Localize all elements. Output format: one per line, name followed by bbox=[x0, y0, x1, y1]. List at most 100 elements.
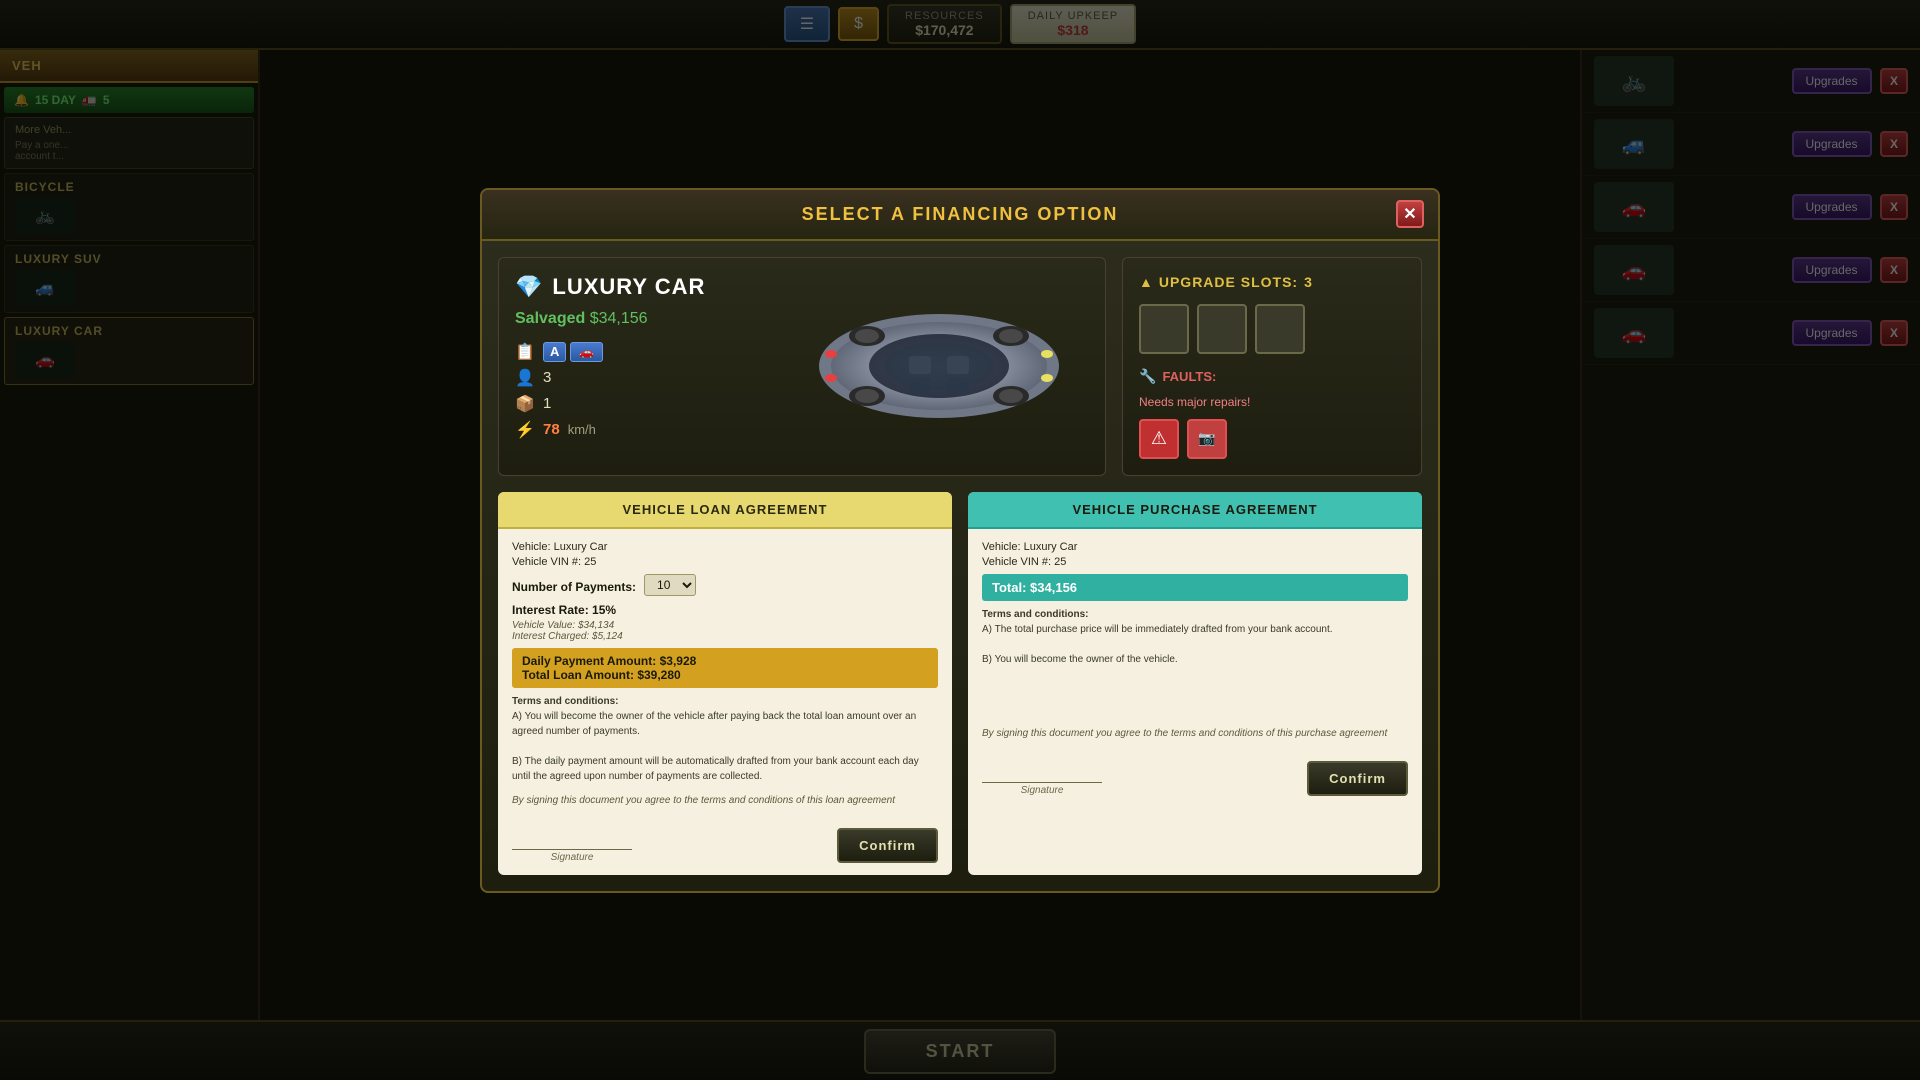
purchase-vin-label: Vehicle VIN #: bbox=[982, 556, 1054, 568]
purchase-vehicle-field: Vehicle: Luxury Car bbox=[982, 541, 1408, 553]
interest-rate-label: Interest Rate: 15% bbox=[512, 603, 938, 617]
total-loan-value: $39,280 bbox=[637, 668, 680, 682]
gem-icon: 💎 bbox=[515, 274, 542, 300]
purchase-terms-title: Terms and conditions: bbox=[982, 609, 1089, 620]
seats-icon: 👤 bbox=[515, 368, 535, 388]
terms-title: Terms and conditions: bbox=[512, 696, 619, 707]
purchase-header-label: VEHICLE PURCHASE AGREEMENT bbox=[1072, 502, 1317, 517]
faults-wrench-icon: 🔧 bbox=[1139, 368, 1156, 385]
loan-signature-line bbox=[512, 849, 632, 850]
loan-signature-label: Signature bbox=[512, 852, 632, 863]
loan-vin-value: 25 bbox=[584, 556, 596, 568]
purchase-total-bar: Total: $34,156 bbox=[982, 574, 1408, 601]
modal-close-button[interactable]: ✕ bbox=[1396, 200, 1424, 228]
seats-value: 3 bbox=[543, 369, 551, 386]
upgrade-panel: ▲ UPGRADE SLOTS: 3 🔧 FAULTS: Needs major… bbox=[1122, 257, 1422, 476]
purchase-terms: Terms and conditions: A) The total purch… bbox=[982, 607, 1408, 667]
modal-title: SELECT A FINANCING OPTION bbox=[802, 204, 1119, 224]
badge-a: A bbox=[543, 342, 566, 362]
purchase-agreement-card: VEHICLE PURCHASE AGREEMENT Vehicle: Luxu… bbox=[968, 492, 1422, 875]
loan-terms: Terms and conditions: A) You will become… bbox=[512, 694, 938, 784]
loan-agreement-card: VEHICLE LOAN AGREEMENT Vehicle: Luxury C… bbox=[498, 492, 952, 875]
salvage-row: Salvaged $34,156 bbox=[515, 310, 773, 328]
payments-select[interactable]: 10 15 20 bbox=[644, 574, 696, 596]
loan-vin-field: Vehicle VIN #: 25 bbox=[512, 556, 938, 568]
total-loan-label: Total Loan Amount: bbox=[522, 668, 634, 682]
purchase-terms-b: B) You will become the owner of the vehi… bbox=[982, 654, 1178, 665]
speed-value: 78 bbox=[543, 421, 560, 438]
faults-row: 🔧 FAULTS: bbox=[1139, 368, 1405, 385]
loan-highlight-row: Daily Payment Amount: $3,928 Total Loan … bbox=[512, 648, 938, 688]
interest-charged-amount: $5,124 bbox=[592, 631, 623, 642]
loan-signing-text: By signing this document you agree to th… bbox=[512, 794, 938, 806]
stat-row-speed: ⚡ 78 km/h bbox=[515, 420, 773, 440]
purchase-signature-label: Signature bbox=[982, 785, 1102, 796]
vehicle-section: 💎 LUXURY CAR Salvaged $34,156 📋 bbox=[498, 257, 1422, 476]
loan-signature-area: Signature bbox=[512, 849, 632, 863]
fault-icons-container: ⚠ 📷 bbox=[1139, 419, 1405, 459]
upgrade-slot-3 bbox=[1255, 304, 1305, 354]
vehicle-value-amount: $34,134 bbox=[578, 620, 614, 631]
purchase-total-label: Total: bbox=[992, 580, 1026, 595]
upgrade-slots-container bbox=[1139, 304, 1405, 354]
purchase-vin-field: Vehicle VIN #: 25 bbox=[982, 556, 1408, 568]
vehicle-stats: 📋 A 🚗 👤 3 📦 bbox=[515, 342, 773, 440]
upgrade-slot-1 bbox=[1139, 304, 1189, 354]
agreements-row: VEHICLE LOAN AGREEMENT Vehicle: Luxury C… bbox=[498, 492, 1422, 875]
loan-vin-label: Vehicle VIN #: bbox=[512, 556, 584, 568]
salvage-label: Salvaged bbox=[515, 310, 585, 327]
interest-charged-field: Interest Charged: $5,124 bbox=[512, 631, 938, 642]
daily-payment-label: Daily Payment Amount: bbox=[522, 654, 656, 668]
purchase-terms-a: A) The total purchase price will be imme… bbox=[982, 624, 1333, 635]
faults-description: Needs major repairs! bbox=[1139, 395, 1405, 409]
payments-row: Number of Payments: 10 15 20 bbox=[512, 574, 938, 597]
purchase-signature-area: Signature bbox=[982, 782, 1102, 796]
purchase-signing-text: By signing this document you agree to th… bbox=[982, 727, 1408, 739]
cargo-value: 1 bbox=[543, 395, 551, 412]
purchase-total-value: $34,156 bbox=[1030, 580, 1077, 595]
cargo-icon: 📦 bbox=[515, 394, 535, 414]
purchase-agreement-header: VEHICLE PURCHASE AGREEMENT bbox=[968, 492, 1422, 529]
speed-unit: km/h bbox=[568, 422, 596, 437]
interest-value: 15% bbox=[592, 603, 616, 617]
purchase-vehicle-value: Luxury Car bbox=[1024, 541, 1078, 553]
purchase-signature-row: Signature Confirm bbox=[982, 753, 1408, 796]
vehicle-value-field: Vehicle Value: $34,134 bbox=[512, 620, 938, 631]
salvage-price-value: $34,156 bbox=[590, 310, 648, 327]
vehicle-value-label: Vehicle Value: bbox=[512, 620, 575, 631]
vehicle-info-card: 💎 LUXURY CAR Salvaged $34,156 📋 bbox=[498, 257, 1106, 476]
upgrade-slot-2 bbox=[1197, 304, 1247, 354]
car-svg bbox=[799, 296, 1079, 436]
type-icon: 📋 bbox=[515, 342, 535, 362]
stat-row-type: 📋 A 🚗 bbox=[515, 342, 773, 362]
badge-car: 🚗 bbox=[570, 342, 603, 362]
vehicle-image bbox=[789, 274, 1089, 459]
faults-label: FAULTS: bbox=[1162, 369, 1216, 384]
upgrade-count: 3 bbox=[1304, 274, 1313, 290]
purchase-confirm-button[interactable]: Confirm bbox=[1307, 761, 1408, 796]
speed-icon: ⚡ bbox=[515, 420, 535, 440]
terms-b: B) The daily payment amount will be auto… bbox=[512, 756, 919, 782]
terms-a: A) You will become the owner of the vehi… bbox=[512, 711, 916, 737]
loan-confirm-button[interactable]: Confirm bbox=[837, 828, 938, 863]
upgrade-chevron-icon: ▲ bbox=[1139, 274, 1153, 290]
loan-signature-row: Signature Confirm bbox=[512, 820, 938, 863]
purchase-vehicle-label: Vehicle: bbox=[982, 541, 1024, 553]
loan-header-label: VEHICLE LOAN AGREEMENT bbox=[623, 502, 828, 517]
interest-label-text: Interest Rate: bbox=[512, 603, 589, 617]
purchase-agreement-body: Vehicle: Luxury Car Vehicle VIN #: 25 To… bbox=[968, 529, 1422, 808]
loan-agreement-header: VEHICLE LOAN AGREEMENT bbox=[498, 492, 952, 529]
purchase-signature-line bbox=[982, 782, 1102, 783]
financing-modal: SELECT A FINANCING OPTION ✕ 💎 LUXURY CAR… bbox=[480, 188, 1440, 893]
stat-badges: A 🚗 bbox=[543, 342, 603, 362]
vehicle-name: LUXURY CAR bbox=[552, 274, 705, 300]
loan-vehicle-label: Vehicle: bbox=[512, 541, 554, 553]
vehicle-name-row: 💎 LUXURY CAR bbox=[515, 274, 773, 300]
daily-payment-row: Daily Payment Amount: $3,928 bbox=[522, 654, 928, 668]
upgrade-title: UPGRADE SLOTS: bbox=[1159, 274, 1298, 290]
daily-payment-value: $3,928 bbox=[660, 654, 697, 668]
upgrade-header: ▲ UPGRADE SLOTS: 3 bbox=[1139, 274, 1405, 290]
vehicle-details: 💎 LUXURY CAR Salvaged $34,156 📋 bbox=[515, 274, 773, 459]
fault-icon-1: ⚠ bbox=[1139, 419, 1179, 459]
purchase-signing: By signing this document you agree to th… bbox=[982, 728, 1387, 739]
